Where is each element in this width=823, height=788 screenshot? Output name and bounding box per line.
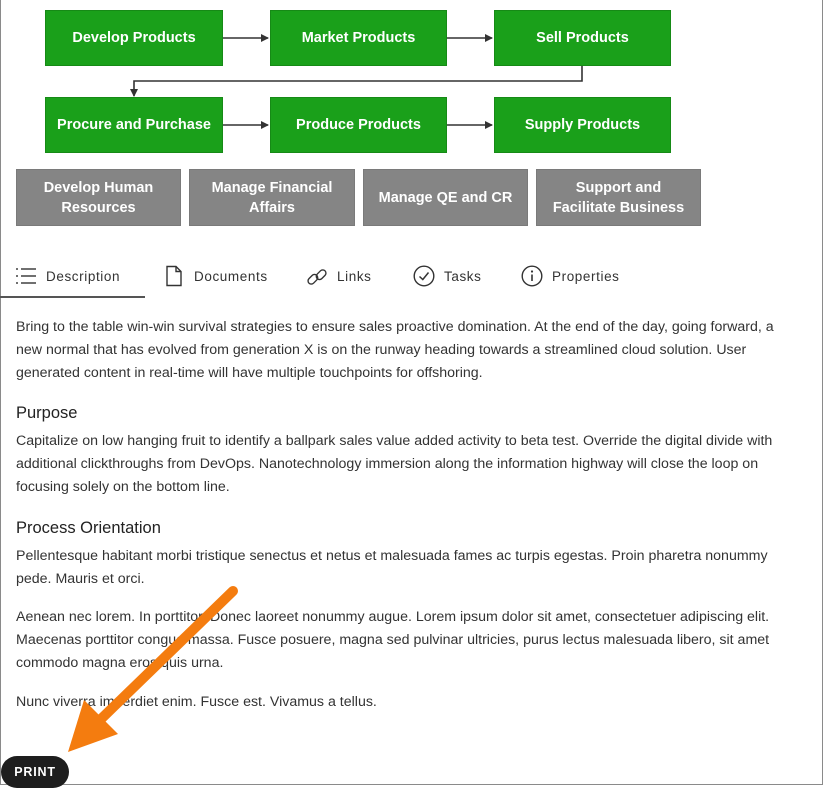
tab-bar: Description Documents Links Tasks Proper… bbox=[0, 256, 823, 298]
document-icon bbox=[163, 265, 185, 287]
print-button[interactable]: PRINT bbox=[1, 756, 69, 788]
active-tab-indicator bbox=[0, 296, 145, 298]
process-supply-products[interactable]: Supply Products bbox=[494, 97, 671, 153]
process-map: Develop Products Market Products Sell Pr… bbox=[0, 0, 823, 230]
purpose-paragraph: Capitalize on low hanging fruit to ident… bbox=[16, 433, 773, 496]
link-icon bbox=[306, 265, 328, 287]
list-icon bbox=[15, 265, 37, 287]
info-icon bbox=[521, 265, 543, 287]
check-circle-icon bbox=[413, 265, 435, 287]
process-market-products[interactable]: Market Products bbox=[270, 10, 447, 66]
process-produce-products[interactable]: Produce Products bbox=[270, 97, 447, 153]
process-manage-qe-and-cr[interactable]: Manage QE and CR bbox=[363, 169, 528, 226]
process-develop-human-resources[interactable]: Develop Human Resources bbox=[16, 169, 181, 226]
process-orientation-paragraph-1: Pellentesque habitant morbi tristique se… bbox=[16, 548, 768, 588]
tab-description[interactable]: Description bbox=[15, 256, 120, 296]
process-orientation-heading: Process Orientation bbox=[16, 519, 161, 537]
intro-paragraph: Bring to the table win-win survival stra… bbox=[16, 319, 774, 382]
process-procure-and-purchase[interactable]: Procure and Purchase bbox=[45, 97, 223, 153]
process-orientation-paragraph-2: Aenean nec lorem. In porttitor. Donec la… bbox=[16, 609, 770, 672]
process-manage-financial-affairs[interactable]: Manage Financial Affairs bbox=[189, 169, 355, 226]
tab-tasks[interactable]: Tasks bbox=[413, 256, 482, 296]
tab-links-label: Links bbox=[337, 268, 372, 284]
process-support-and-facilitate-business[interactable]: Support and Facilitate Business bbox=[536, 169, 701, 226]
process-orientation-paragraph-3: Nunc viverra imperdiet enim. Fusce est. … bbox=[16, 694, 377, 710]
tab-documents[interactable]: Documents bbox=[163, 256, 268, 296]
tab-properties[interactable]: Properties bbox=[521, 256, 620, 296]
tab-description-label: Description bbox=[46, 268, 121, 284]
tab-documents-label: Documents bbox=[194, 268, 268, 284]
purpose-heading: Purpose bbox=[16, 404, 78, 422]
tab-links[interactable]: Links bbox=[306, 256, 372, 296]
process-sell-products[interactable]: Sell Products bbox=[494, 10, 671, 66]
tab-properties-label: Properties bbox=[552, 268, 620, 284]
process-develop-products[interactable]: Develop Products bbox=[45, 10, 223, 66]
tab-tasks-label: Tasks bbox=[444, 268, 482, 284]
